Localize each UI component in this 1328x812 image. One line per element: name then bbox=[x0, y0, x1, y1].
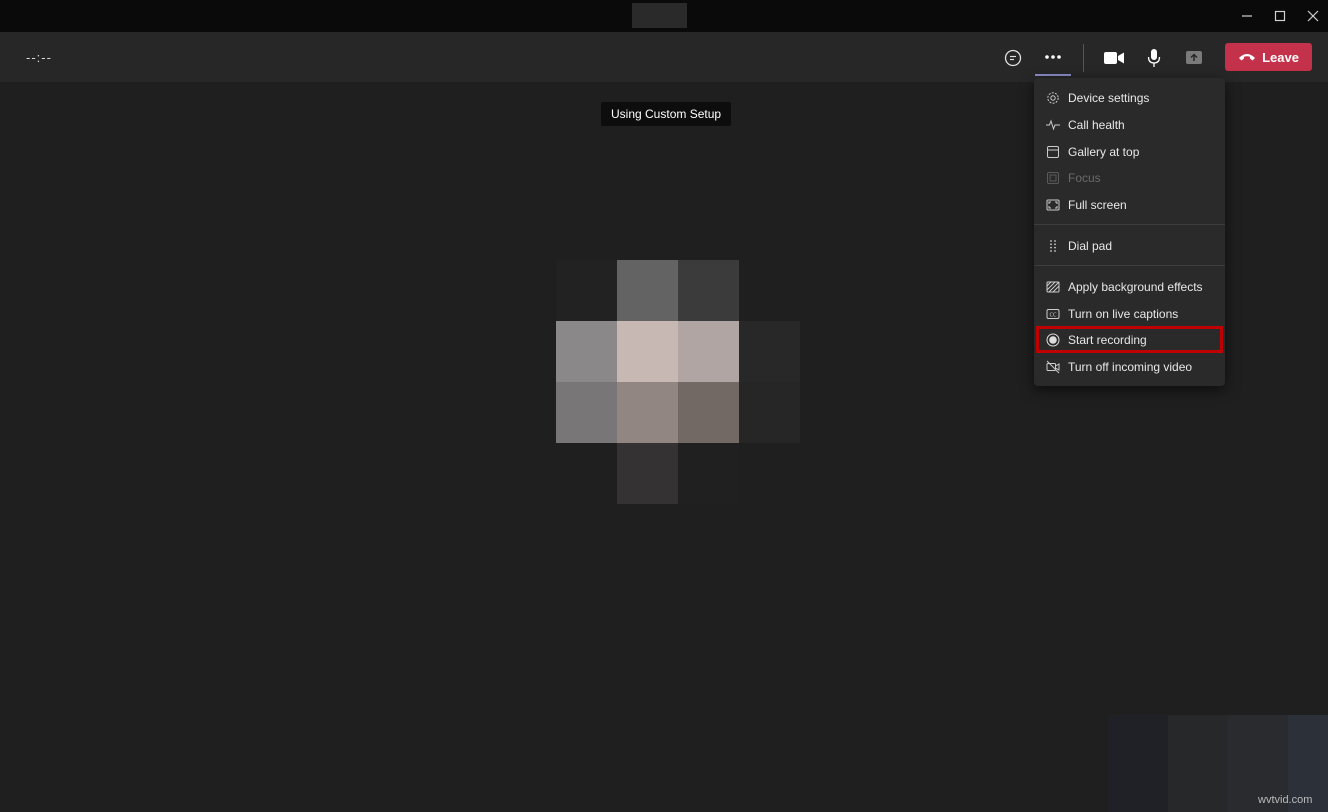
menu-item-apply-background-effects[interactable]: Apply background effects bbox=[1034, 274, 1225, 300]
pulse-icon bbox=[1046, 118, 1060, 132]
svg-text:CC: CC bbox=[1050, 313, 1057, 319]
redacted-title bbox=[632, 3, 687, 28]
menu-item-full-screen[interactable]: Full screen bbox=[1034, 192, 1225, 218]
camera-icon bbox=[1104, 52, 1124, 64]
menu-item-dial-pad[interactable]: Dial pad bbox=[1034, 233, 1225, 259]
custom-setup-tooltip: Using Custom Setup bbox=[601, 102, 732, 126]
menu-item-call-health[interactable]: Call health bbox=[1034, 112, 1225, 138]
toolbar-divider bbox=[1083, 44, 1084, 72]
menu-item-turn-on-live-captions[interactable]: CC Turn on live captions bbox=[1034, 301, 1225, 327]
background-effects-icon bbox=[1046, 280, 1060, 294]
chat-icon bbox=[1004, 49, 1022, 67]
leave-label: Leave bbox=[1262, 49, 1299, 65]
watermark: wvtvid.com bbox=[1258, 794, 1313, 806]
share-screen-button[interactable] bbox=[1176, 40, 1212, 76]
microphone-button[interactable] bbox=[1136, 40, 1172, 76]
close-icon bbox=[1307, 10, 1319, 22]
call-timer: --:-- bbox=[26, 50, 52, 65]
focus-icon bbox=[1046, 171, 1060, 185]
leave-button[interactable]: Leave bbox=[1225, 43, 1312, 71]
meeting-toolbar: --:-- Leave bbox=[0, 32, 1328, 82]
close-window-button[interactable] bbox=[1296, 0, 1328, 32]
menu-item-device-settings[interactable]: Device settings bbox=[1034, 85, 1225, 111]
menu-item-focus: Focus bbox=[1034, 165, 1225, 191]
fullscreen-icon bbox=[1046, 198, 1060, 212]
more-dots-icon bbox=[1045, 55, 1061, 59]
minimize-icon bbox=[1242, 15, 1252, 17]
video-off-icon bbox=[1046, 360, 1060, 374]
minimize-button[interactable] bbox=[1230, 0, 1264, 32]
maximize-button[interactable] bbox=[1263, 0, 1297, 32]
captions-icon: CC bbox=[1046, 307, 1060, 321]
dialpad-icon bbox=[1046, 239, 1060, 253]
share-screen-icon bbox=[1186, 51, 1202, 64]
menu-divider bbox=[1034, 224, 1225, 225]
start-recording-highlight-box bbox=[1036, 326, 1223, 353]
maximize-icon bbox=[1274, 10, 1286, 22]
microphone-icon bbox=[1147, 49, 1161, 67]
menu-item-gallery-at-top[interactable]: Gallery at top bbox=[1034, 139, 1225, 165]
gallery-icon bbox=[1046, 145, 1060, 159]
gear-icon bbox=[1046, 91, 1060, 105]
camera-button[interactable] bbox=[1096, 40, 1132, 76]
hang-up-icon bbox=[1239, 54, 1256, 61]
more-actions-button[interactable] bbox=[1035, 40, 1071, 76]
chat-button[interactable] bbox=[995, 40, 1031, 76]
window-titlebar bbox=[0, 0, 1328, 32]
menu-item-turn-off-incoming-video[interactable]: Turn off incoming video bbox=[1034, 354, 1225, 380]
menu-divider bbox=[1034, 265, 1225, 266]
